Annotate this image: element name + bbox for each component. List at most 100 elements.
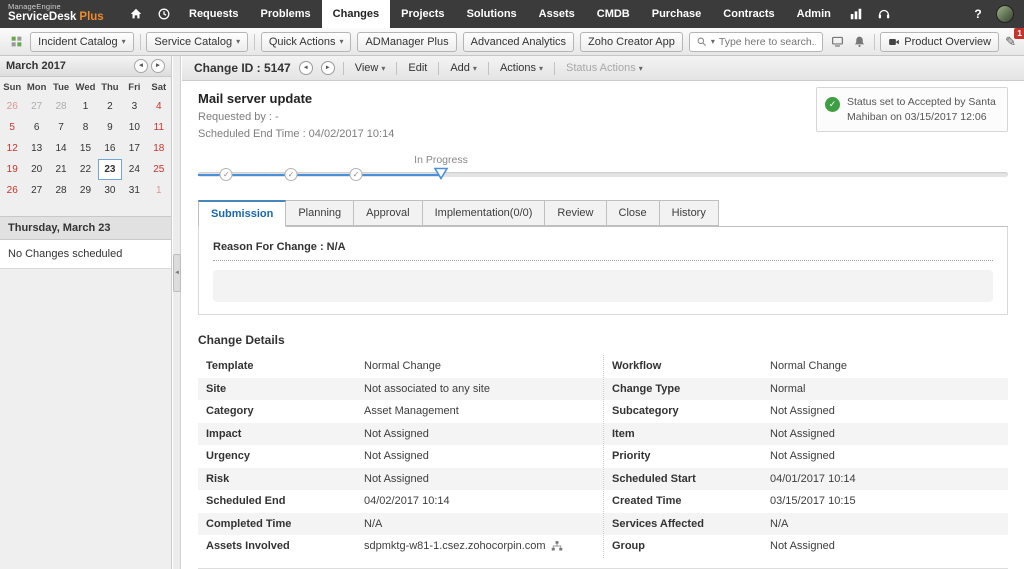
advanced-analytics-button[interactable]: Advanced Analytics [462, 31, 575, 52]
menu-separator [438, 61, 440, 75]
calendar-day[interactable]: 31 [122, 180, 146, 201]
calendar-day[interactable]: 28 [49, 180, 73, 201]
search-scope-chevron-icon[interactable]: ▾ [711, 37, 715, 46]
service-catalog-dropdown[interactable]: Service Catalog ▾ [146, 31, 249, 52]
detail-row: Group Not Assigned [604, 535, 1008, 558]
calendar-day[interactable]: 12 [0, 138, 24, 159]
calendar-day[interactable]: 26 [0, 96, 24, 117]
calendar-day[interactable]: 6 [24, 117, 48, 138]
detail-row: Site Not associated to any site [198, 377, 603, 400]
progress-track-fill [198, 174, 441, 176]
detail-label: Impact [206, 427, 242, 440]
calendar-day[interactable]: 22 [73, 159, 97, 180]
zoho-creator-app-button[interactable]: Zoho Creator App [580, 31, 683, 52]
tab-implementation-0-0[interactable]: Implementation(0/0) [422, 200, 546, 226]
nav-item-purchase[interactable]: Purchase [641, 0, 713, 28]
detail-value: Normal [770, 382, 806, 395]
calendar-day[interactable]: 26 [0, 180, 24, 201]
calendar-day[interactable]: 21 [49, 159, 73, 180]
support-headset-icon[interactable] [870, 0, 898, 28]
calendar-day[interactable]: 16 [98, 138, 122, 159]
calendar-day[interactable]: 2 [98, 96, 122, 117]
product-overview-button[interactable]: Product Overview [880, 31, 1000, 52]
calendar-day[interactable]: 15 [73, 138, 97, 159]
reports-chart-icon[interactable] [842, 0, 870, 28]
next-change-button[interactable]: ► [320, 61, 335, 75]
calendar-day[interactable]: 17 [122, 138, 146, 159]
calendar-day[interactable]: 1 [147, 180, 171, 201]
sidebar-collapse-handle[interactable]: ◄ [173, 254, 181, 292]
calendar-prev-button[interactable]: ◄ [134, 59, 148, 73]
nav-item-requests[interactable]: Requests [178, 0, 250, 28]
tab-approval[interactable]: Approval [354, 200, 423, 226]
catalog-grid-icon[interactable] [8, 32, 24, 52]
calendar-day[interactable]: 25 [147, 159, 171, 180]
detail-value: Asset Management [364, 405, 459, 418]
calendar-next-button[interactable]: ► [151, 59, 165, 73]
calendar-day[interactable]: 27 [24, 96, 48, 117]
calendar-day[interactable]: 27 [24, 180, 48, 201]
avatar[interactable] [996, 5, 1014, 23]
home-icon[interactable] [122, 0, 150, 28]
nav-item-contracts[interactable]: Contracts [712, 0, 785, 28]
scanner-icon[interactable] [829, 32, 845, 52]
detail-value: sdpmktg-w81-1.csez.zohocorpin.com [364, 540, 563, 552]
nav-item-projects[interactable]: Projects [390, 0, 455, 28]
previous-change-button[interactable]: ◄ [298, 61, 313, 75]
calendar-day[interactable]: 29 [73, 180, 97, 201]
tab-close[interactable]: Close [606, 200, 660, 226]
calendar-day[interactable]: 3 [122, 96, 146, 117]
view-menu[interactable]: View ▾ [352, 62, 389, 74]
nav-item-assets[interactable]: Assets [528, 0, 586, 28]
calendar-day[interactable]: 13 [24, 138, 48, 159]
calendar-day[interactable]: 24 [122, 159, 146, 180]
calendar-day[interactable]: 14 [49, 138, 73, 159]
tab-review[interactable]: Review [545, 200, 607, 226]
sitemap-icon[interactable] [551, 540, 563, 552]
calendar-day[interactable]: 7 [49, 117, 73, 138]
detail-label: Change Type [612, 382, 681, 395]
calendar-day-selected[interactable]: 23 [97, 159, 123, 180]
tab-submission[interactable]: Submission [198, 200, 287, 227]
detail-label: Scheduled Start [612, 472, 696, 485]
calendar-day[interactable]: 8 [73, 117, 97, 138]
calendar-day[interactable]: 18 [147, 138, 171, 159]
tab-planning[interactable]: Planning [286, 200, 355, 226]
quick-actions-dropdown[interactable]: Quick Actions ▾ [260, 31, 352, 52]
menu-separator [342, 61, 344, 75]
calendar-header: March 2017 ◄ ► [0, 56, 171, 77]
calendar-day[interactable]: 5 [0, 117, 24, 138]
calendar-day[interactable]: 11 [147, 117, 171, 138]
detail-label: Risk [206, 472, 230, 485]
pencil-edit-icon[interactable]: ✎ 1 [1005, 27, 1024, 50]
detail-label: Subcategory [612, 405, 679, 418]
actions-menu[interactable]: Actions ▾ [497, 62, 546, 74]
add-menu[interactable]: Add ▾ [447, 62, 480, 74]
calendar-day[interactable]: 1 [73, 96, 97, 117]
nav-item-solutions[interactable]: Solutions [456, 0, 528, 28]
calendar-day[interactable]: 9 [98, 117, 122, 138]
brand-servicedesk: ServiceDesk Plus [8, 11, 104, 23]
help-icon[interactable]: ? [964, 0, 992, 28]
recent-activity-icon[interactable] [150, 0, 178, 28]
incident-catalog-dropdown[interactable]: Incident Catalog ▾ [30, 31, 134, 52]
nav-item-admin[interactable]: Admin [786, 0, 842, 28]
edit-button[interactable]: Edit [405, 62, 430, 74]
calendar-day[interactable]: 4 [147, 96, 171, 117]
nav-item-problems[interactable]: Problems [250, 0, 322, 28]
notification-bell-icon[interactable] [851, 32, 867, 52]
calendar-day[interactable]: 30 [98, 180, 122, 201]
stage-complete-check-icon: ✓ [219, 168, 233, 181]
brand-logo[interactable]: ManageEngine ServiceDesk Plus [0, 0, 122, 28]
admanager-plus-button[interactable]: ADManager Plus [357, 31, 457, 52]
nav-item-cmdb[interactable]: CMDB [586, 0, 641, 28]
detail-row: Assets Involved sdpmktg-w81-1.csez.zohoco… [198, 535, 603, 558]
nav-item-changes[interactable]: Changes [321, 0, 391, 28]
calendar-day[interactable]: 10 [122, 117, 146, 138]
tab-history[interactable]: History [659, 200, 719, 226]
calendar-day[interactable]: 28 [49, 96, 73, 117]
calendar-day[interactable]: 20 [24, 159, 48, 180]
calendar-day[interactable]: 19 [0, 159, 24, 180]
secondary-toolbar: Incident Catalog ▾ Service Catalog ▾ Qui… [0, 27, 1024, 56]
search-input[interactable] [718, 35, 817, 48]
